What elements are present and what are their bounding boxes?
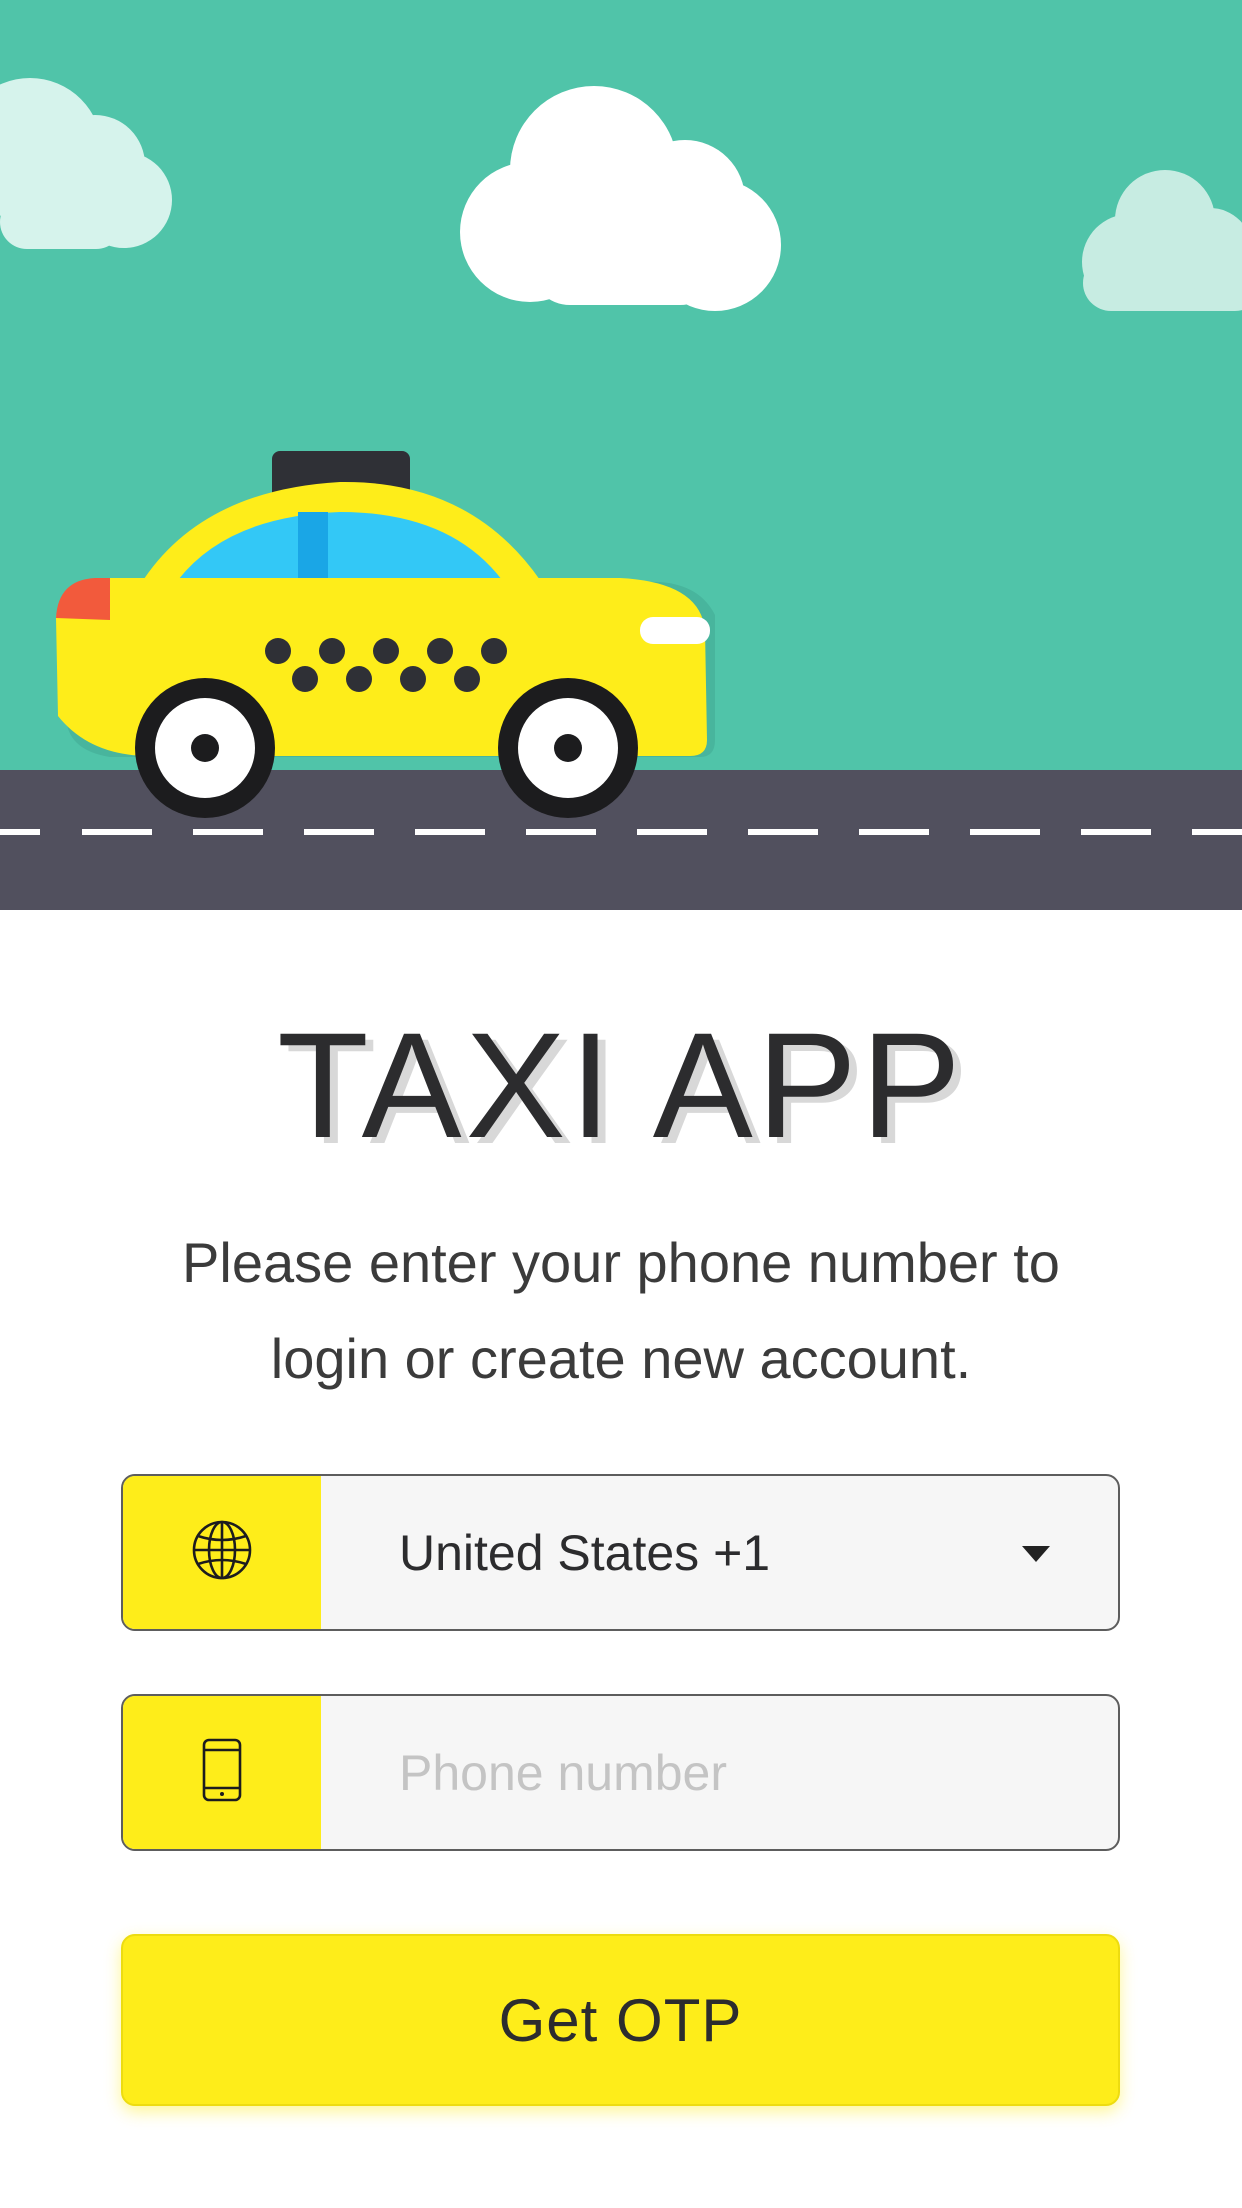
globe-icon: [190, 1518, 254, 1587]
phone-icon-box: [123, 1696, 321, 1849]
phone-input[interactable]: [321, 1696, 1116, 1849]
app-title: TAXI APP: [277, 1001, 965, 1169]
wheel-rear: [135, 678, 275, 818]
country-select-value: United States +1: [399, 1524, 771, 1581]
intro-message: Please enter your phone number to login …: [182, 1231, 1060, 1390]
taxi-illustration: [0, 0, 1242, 910]
phone-icon: [200, 1737, 244, 1808]
get-otp-button[interactable]: Get OTP: [121, 1934, 1120, 2106]
hero-illustration: [0, 0, 1242, 910]
wheel-front: [498, 678, 638, 818]
country-icon-box: [123, 1476, 321, 1629]
phone-field[interactable]: [121, 1694, 1120, 1851]
caret-down-icon[interactable]: [1022, 1546, 1050, 1562]
country-select[interactable]: United States +1: [121, 1474, 1120, 1631]
